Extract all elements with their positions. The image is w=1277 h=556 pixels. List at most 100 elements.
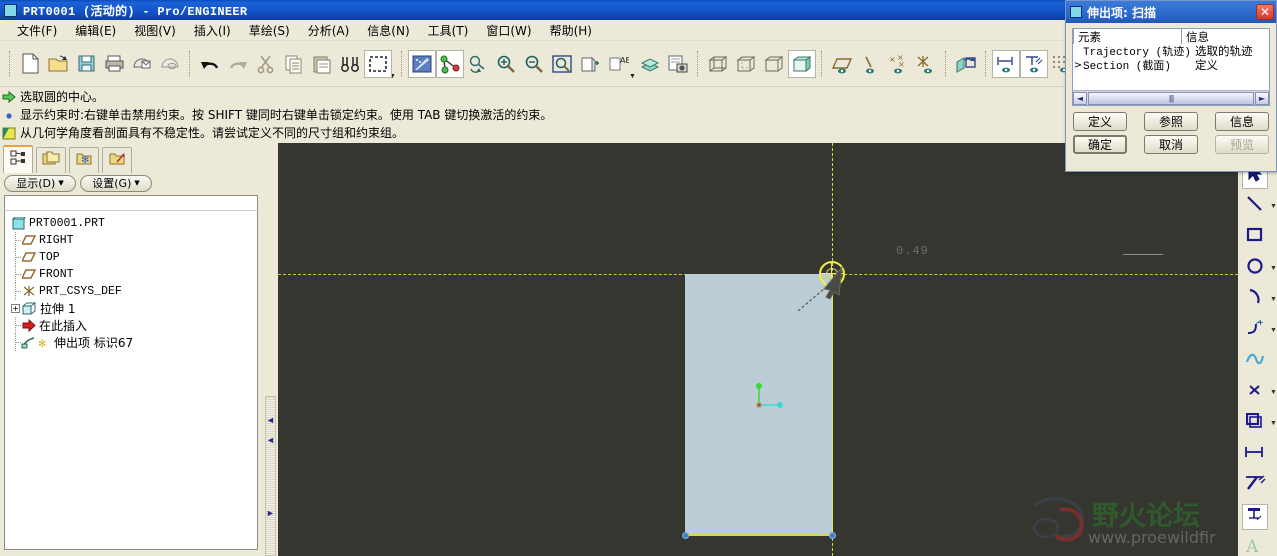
datum-csys-icon[interactable] <box>912 50 940 78</box>
layers-icon[interactable] <box>636 50 664 78</box>
dialog-element-list[interactable]: 元素 信息 Trajectory (轨迹) 选取的轨迹 > Section (截… <box>1072 28 1270 106</box>
circle-tool[interactable] <box>1242 256 1268 282</box>
sketch-vertex-bottom-right[interactable] <box>829 532 836 539</box>
dimension-value[interactable]: 0.49 <box>896 244 929 258</box>
settings-dropdown-button[interactable]: 设置(G) ▼ <box>80 174 152 192</box>
datum-plane-icon[interactable] <box>828 50 856 78</box>
point-tool[interactable] <box>1242 380 1268 406</box>
zoom-out-icon[interactable] <box>520 50 548 78</box>
no-hidden-icon[interactable] <box>760 50 788 78</box>
datum-point-icon[interactable]: × × × <box>884 50 912 78</box>
line-tool[interactable] <box>1242 194 1268 220</box>
folder-browser-tab[interactable] <box>36 147 66 173</box>
orient-mode-icon[interactable] <box>464 50 492 78</box>
scroll-right-icon[interactable]: ► <box>1255 91 1269 105</box>
find-icon[interactable] <box>336 50 364 78</box>
constraint-tool[interactable] <box>1242 503 1268 530</box>
use-edge-tool-caret[interactable]: ▼ <box>1270 420 1277 427</box>
fillet-tool-caret[interactable]: ▼ <box>1270 327 1277 334</box>
refs-button[interactable]: 参照 <box>1144 112 1198 131</box>
close-icon[interactable]: ✕ <box>1256 4 1274 20</box>
tree-item-part[interactable]: PRT0001.PRT <box>5 215 257 232</box>
model-tree-list[interactable]: PRT0001.PRT RIGHT TOP FRONT PRT_CSYS_DEF… <box>4 210 258 550</box>
zoom-in-icon[interactable] <box>492 50 520 78</box>
panel-splitter[interactable]: ◄ ◄ ► <box>262 143 278 556</box>
ok-button[interactable]: 确定 <box>1073 135 1127 154</box>
menu-edit[interactable]: 编辑(E) <box>66 20 125 41</box>
menu-info[interactable]: 信息(N) <box>358 20 418 41</box>
hidden-line-icon[interactable] <box>732 50 760 78</box>
use-edge-tool[interactable] <box>1242 411 1268 437</box>
image-capture-icon[interactable] <box>664 50 692 78</box>
menu-sketch[interactable]: 草绘(S) <box>240 20 299 41</box>
tree-item-extrude[interactable]: + 拉伸 1 <box>5 300 257 317</box>
graphics-viewport[interactable]: 0.49 野火论坛 www.proewildfir <box>278 143 1238 556</box>
cancel-button[interactable]: 取消 <box>1144 135 1198 154</box>
menu-view[interactable]: 视图(V) <box>125 20 185 41</box>
expand-node-icon[interactable]: + <box>11 304 20 313</box>
splitter-collapse-icon-2[interactable]: ◄ <box>266 435 275 445</box>
refit-icon[interactable] <box>548 50 576 78</box>
cut-icon[interactable] <box>252 50 280 78</box>
spin-icon[interactable] <box>952 50 980 78</box>
define-button[interactable]: 定义 <box>1073 112 1127 131</box>
dimension-tool[interactable] <box>1242 442 1268 468</box>
scroll-left-icon[interactable]: ◄ <box>1073 91 1087 105</box>
sketch-bottom-edge[interactable] <box>685 534 834 536</box>
arc-tool[interactable] <box>1242 287 1268 313</box>
menu-analysis[interactable]: 分析(A) <box>299 20 359 41</box>
sweep-protrusion-dialog[interactable]: 伸出项: 扫描 ✕ 元素 信息 Trajectory (轨迹) 选取的轨迹 > … <box>1065 0 1277 172</box>
shading-icon[interactable] <box>787 49 816 78</box>
splitter-collapse-icon[interactable]: ◄ <box>266 415 275 425</box>
fillet-tool[interactable]: + <box>1242 318 1268 344</box>
menu-tools[interactable]: 工具(T) <box>419 20 478 41</box>
sketch-vertex-bottom-left[interactable] <box>682 532 689 539</box>
show-dropdown-button[interactable]: 显示(D) ▼ <box>4 174 76 192</box>
menu-file[interactable]: 文件(F) <box>8 20 66 41</box>
dialog-row-trajectory[interactable]: Trajectory (轨迹) 选取的轨迹 <box>1073 44 1269 59</box>
new-file-icon[interactable] <box>16 50 44 78</box>
redo-icon[interactable] <box>224 50 252 78</box>
datum-axis-icon[interactable] <box>856 50 884 78</box>
tree-item-front-plane[interactable]: FRONT <box>5 266 257 283</box>
point-tool-caret[interactable]: ▼ <box>1270 389 1277 396</box>
tree-item-right-plane[interactable]: RIGHT <box>5 232 257 249</box>
dialog-horizontal-scrollbar[interactable]: ◄ |||| ► <box>1073 90 1269 105</box>
rectangle-tool[interactable] <box>1242 225 1268 251</box>
dim-display-icon[interactable] <box>991 49 1020 78</box>
line-tool-caret[interactable]: ▼ <box>1270 203 1277 210</box>
scroll-thumb[interactable]: |||| <box>1088 91 1254 105</box>
spline-tool[interactable] <box>1242 349 1268 375</box>
tree-item-protrusion[interactable]: ✻ 伸出项 标识67 <box>5 334 257 351</box>
menu-window[interactable]: 窗口(W) <box>477 20 540 41</box>
print-icon[interactable] <box>100 50 128 78</box>
annotation-icon[interactable]: AB <box>604 50 632 78</box>
info-button[interactable]: 信息 <box>1215 112 1269 131</box>
modify-dimension-tool[interactable] <box>1242 473 1268 499</box>
dialog-row-section[interactable]: > Section (截面) 定义 <box>1073 58 1269 73</box>
dialog-title-bar[interactable]: 伸出项: 扫描 ✕ <box>1066 1 1276 23</box>
splitter-expand-icon[interactable]: ► <box>266 508 275 518</box>
connections-tab[interactable] <box>102 147 132 173</box>
repaint-icon[interactable] <box>407 49 436 78</box>
arc-tool-caret[interactable]: ▼ <box>1270 296 1277 303</box>
paste-icon[interactable] <box>308 50 336 78</box>
menu-insert[interactable]: 插入(I) <box>185 20 240 41</box>
constraint-display-icon[interactable] <box>1019 49 1048 78</box>
tree-item-insert-here[interactable]: 在此插入 <box>5 317 257 334</box>
tree-item-top-plane[interactable]: TOP <box>5 249 257 266</box>
menu-help[interactable]: 帮助(H) <box>541 20 601 41</box>
quick-link-icon[interactable] <box>156 50 184 78</box>
text-tool[interactable]: A <box>1242 535 1268 556</box>
copy-icon[interactable] <box>280 50 308 78</box>
spin-center-icon[interactable] <box>435 49 464 78</box>
favorites-tab[interactable]: ✻ <box>69 147 99 173</box>
undo-icon[interactable] <box>196 50 224 78</box>
circle-tool-caret[interactable]: ▼ <box>1270 265 1277 272</box>
model-tree-tab[interactable] <box>3 145 33 173</box>
open-file-icon[interactable] <box>44 50 72 78</box>
select-box-icon[interactable] <box>364 49 392 78</box>
tree-item-csys[interactable]: PRT_CSYS_DEF <box>5 283 257 300</box>
wireframe-icon[interactable] <box>704 50 732 78</box>
layer-new-icon[interactable] <box>576 50 604 78</box>
